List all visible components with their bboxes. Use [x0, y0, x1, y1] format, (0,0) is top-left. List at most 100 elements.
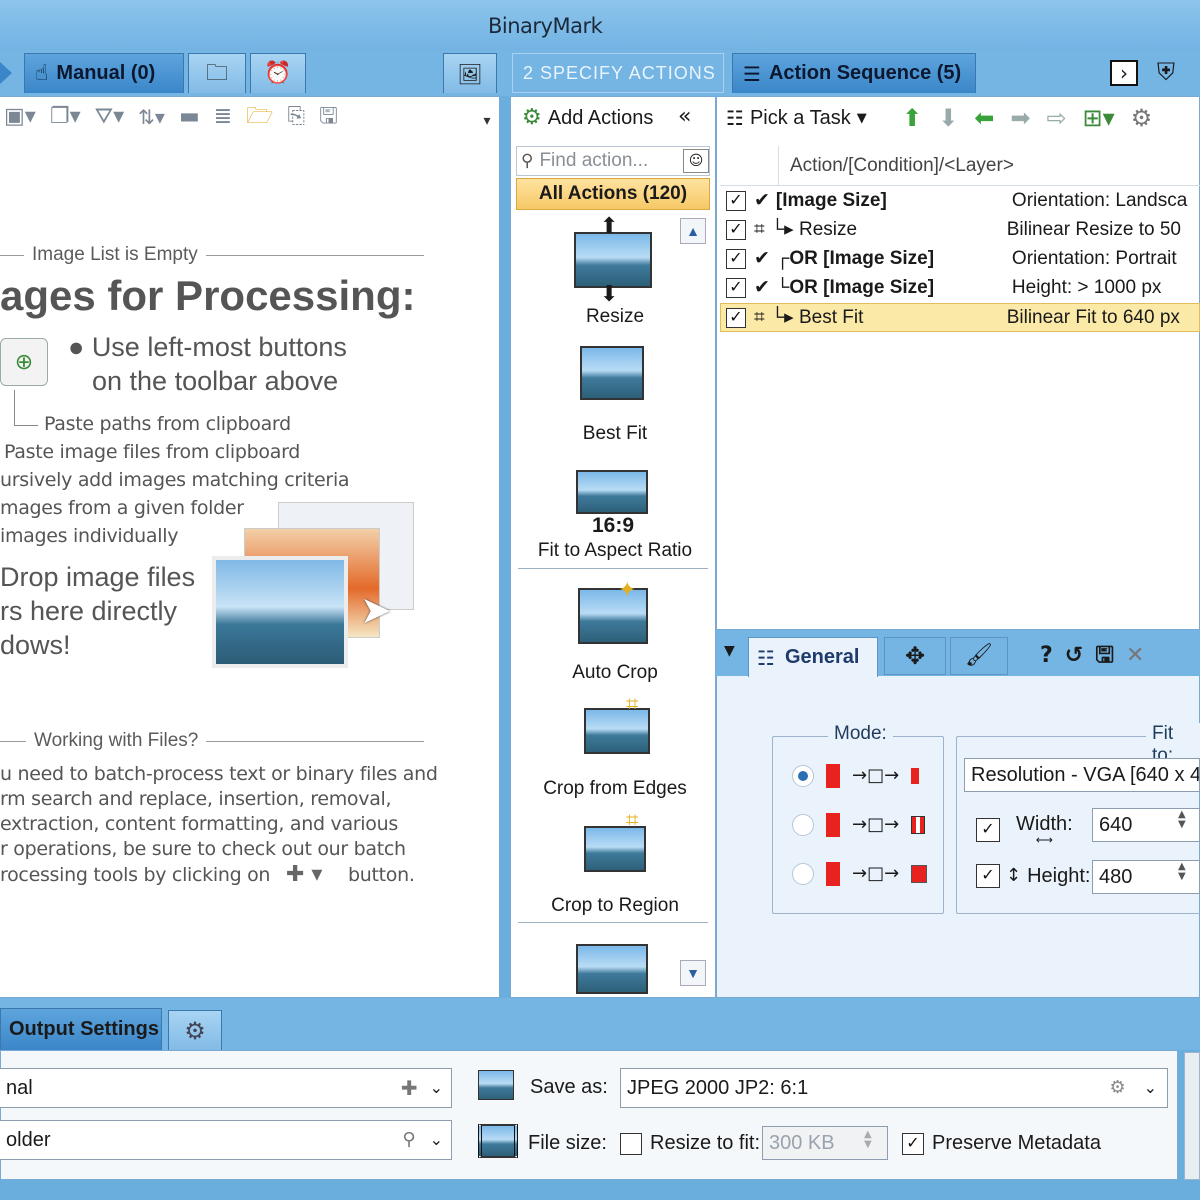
sequence-row[interactable]: ✓ ⌗ └▸ Resize Bilinear Resize to 50 — [720, 215, 1200, 244]
sequence-row[interactable]: ✓ ✔ [Image Size] Orientation: Landsca — [720, 186, 1200, 215]
row-checkbox[interactable]: ✓ — [726, 277, 746, 298]
save-action-icon[interactable] — [576, 944, 648, 994]
tab-specify-actions[interactable]: 2 SPECIFY ACTIONS — [512, 53, 724, 93]
tab-image-view[interactable]: 🖼 — [443, 53, 497, 93]
mode-option-stretch[interactable]: →□→ — [792, 862, 928, 886]
action-crop-edges[interactable]: Crop from Edges — [518, 778, 712, 800]
drop-line-2: rs here directly — [0, 596, 178, 626]
save-as-label: Save as: — [530, 1076, 608, 1098]
collapse-panel-icon[interactable]: « — [678, 106, 691, 128]
all-actions-category[interactable]: All Actions (120) — [516, 178, 710, 210]
tab-action-sequence[interactable]: ☰ Action Sequence (5) — [732, 53, 976, 93]
copy-icon[interactable]: ❐▾ — [50, 106, 81, 128]
mode-radio[interactable] — [792, 863, 814, 885]
chevron-down-icon[interactable]: ⌄ — [430, 1132, 443, 1148]
action-fit-aspect[interactable]: Fit to Aspect Ratio — [518, 540, 712, 562]
resize-action-icon[interactable] — [574, 232, 652, 288]
height-checkbox[interactable]: ✓ — [976, 864, 1000, 888]
row-checkbox[interactable]: ✓ — [726, 190, 746, 211]
tab-schedule[interactable]: ⏰ — [250, 53, 306, 93]
move-up-icon[interactable]: ⬆ — [902, 106, 922, 130]
width-checkbox[interactable]: ✓ — [976, 818, 1000, 842]
tab-general[interactable]: ☷ General — [748, 637, 878, 677]
action-auto-crop[interactable]: Auto Crop — [518, 662, 712, 684]
search-icon[interactable]: ⚲ — [402, 1131, 415, 1149]
add-images-button-icon[interactable]: ⊕ — [0, 338, 48, 386]
undo-icon[interactable]: ↺ — [1065, 645, 1083, 667]
output-folder-select[interactable]: older ⚲ ⌄ — [0, 1120, 452, 1160]
add-actions-button[interactable]: ⚙ Add Actions — [522, 102, 653, 134]
tab-brush[interactable]: 🖌 — [950, 637, 1008, 675]
add-icon[interactable]: ✚ — [401, 1078, 418, 1098]
move-right-icon[interactable]: ➡ — [1010, 106, 1030, 130]
resize-to-fit-option[interactable]: Resize to fit: — [620, 1132, 760, 1155]
row-checkbox[interactable]: ✓ — [726, 248, 746, 269]
save-preset-icon[interactable]: 🖫 — [1095, 645, 1114, 667]
scroll-down-icon[interactable]: ▼ — [680, 960, 706, 986]
tab-output-settings[interactable]: Output Settings — [0, 1008, 162, 1050]
chevron-down-icon[interactable]: ⌄ — [1144, 1080, 1157, 1096]
action-best-fit[interactable]: Best Fit — [518, 423, 712, 445]
width-stepper-icon[interactable]: ▲ ▼ — [1178, 810, 1186, 830]
indent-icon[interactable]: ⇨ — [1046, 106, 1066, 130]
pick-task-label: Pick a Task — [749, 106, 851, 129]
format-select[interactable]: JPEG 2000 JP2: 6:1 ⚙ ⌄ — [620, 1068, 1168, 1108]
chevron-down-icon[interactable]: ⌄ — [430, 1080, 443, 1096]
tab-folder-watch[interactable]: 🗀 — [188, 53, 246, 93]
filter-person-icon[interactable]: ☺ — [683, 149, 709, 173]
console-icon[interactable]: › — [1110, 60, 1138, 86]
list-icon[interactable]: ≣ — [214, 106, 232, 128]
mode-radio-selected[interactable] — [792, 765, 814, 787]
file-size-stepper-icon[interactable]: ▲ ▼ — [864, 1130, 872, 1150]
preserve-metadata-option[interactable]: ✓ Preserve Metadata — [902, 1132, 1101, 1155]
tab-position[interactable]: ✥ — [884, 637, 946, 675]
header-divider — [778, 146, 779, 186]
mode-option-fill[interactable]: →□→ — [792, 813, 926, 837]
sequence-row[interactable]: ✓ ✔ └OR [Image Size] Height: > 1000 px — [720, 273, 1200, 302]
mode-option-fit[interactable]: →□→ — [792, 764, 920, 788]
save-set-icon[interactable]: ⎘ — [287, 106, 305, 128]
output-mode-select[interactable]: nal ✚ ⌄ — [0, 1068, 452, 1108]
close-icon[interactable]: ✕ — [1126, 645, 1144, 667]
add-layer-icon[interactable]: ⊞▾ — [1083, 106, 1115, 130]
move-left-icon[interactable]: ⬅ — [974, 106, 994, 130]
tab-manual[interactable]: ☝ Manual (0) — [24, 53, 184, 93]
plus-dropdown-icon[interactable]: ✚ ▾ — [286, 864, 322, 886]
shield-icon[interactable]: ⛨ — [1152, 58, 1180, 86]
sequence-row-selected[interactable]: ✓ ⌗ └▸ Best Fit Bilinear Fit to 640 px — [720, 303, 1200, 332]
resize-to-fit-checkbox[interactable] — [620, 1132, 642, 1155]
folders-icon[interactable]: ▣▾ — [4, 106, 36, 128]
filter-icon[interactable]: ⛛▾ — [95, 106, 125, 128]
help-icon[interactable]: ? — [1040, 645, 1053, 667]
resolution-select[interactable]: Resolution - VGA [640 x 48 — [964, 758, 1200, 792]
row-action-name-wrap: └▸ Best Fit — [771, 306, 1007, 329]
find-action-input[interactable]: ⚲ Find action... ☺ — [516, 146, 710, 176]
preserve-metadata-checkbox[interactable]: ✓ — [902, 1132, 924, 1155]
row-checkbox[interactable]: ✓ — [726, 219, 746, 240]
left-toolbar-overflow-icon[interactable]: ▾ — [478, 104, 496, 138]
tab-scroll-left-icon[interactable] — [0, 62, 12, 84]
crop-edges-action-icon[interactable] — [584, 708, 650, 754]
remove-icon[interactable]: ▬ — [179, 106, 200, 128]
save-icon[interactable]: 🖫 — [319, 106, 338, 128]
format-settings-icon[interactable]: ⚙ — [1109, 1079, 1125, 1097]
open-folder-icon[interactable]: 🗁 — [246, 106, 273, 128]
tab-output-advanced[interactable]: ⚙ — [168, 1010, 222, 1050]
settings-gear-icon[interactable]: ⚙ — [1131, 106, 1153, 130]
row-checkbox[interactable]: ✓ — [726, 307, 746, 328]
sort-icon[interactable]: ⇅▾ — [138, 107, 165, 127]
height-stepper-icon[interactable]: ▲ ▼ — [1178, 862, 1186, 882]
collapse-properties-icon[interactable]: ▼ — [724, 644, 735, 658]
best-fit-action-icon[interactable] — [580, 346, 644, 400]
action-crop-region[interactable]: Crop to Region — [518, 895, 712, 917]
pick-task-button[interactable]: ☷ Pick a Task ▼ — [726, 102, 867, 134]
aspect-ratio-action-icon[interactable] — [576, 470, 648, 514]
manual-hand-icon: ☝ — [35, 60, 49, 86]
move-down-icon[interactable]: ⬇ — [938, 106, 958, 130]
scroll-up-icon[interactable]: ▲ — [680, 218, 706, 244]
add-gear-icon: ⚙ — [522, 105, 542, 130]
mode-radio[interactable] — [792, 814, 814, 836]
auto-crop-action-icon[interactable] — [578, 588, 648, 644]
sequence-row[interactable]: ✓ ✔ ┌OR [Image Size] Orientation: Portra… — [720, 244, 1200, 273]
action-resize[interactable]: Resize — [518, 306, 712, 328]
